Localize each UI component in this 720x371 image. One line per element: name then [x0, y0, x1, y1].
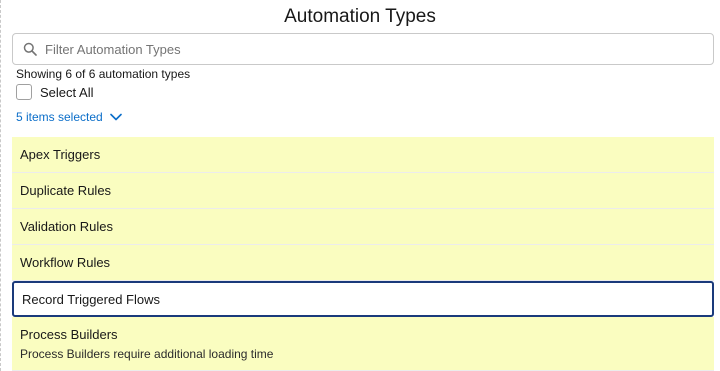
- automation-type-list: Apex Triggers Duplicate Rules Validation…: [12, 137, 714, 371]
- search-icon: [23, 42, 37, 56]
- page-title: Automation Types: [284, 6, 436, 27]
- items-selected-label: 5 items selected: [16, 110, 103, 124]
- select-all-checkbox[interactable]: [16, 84, 32, 100]
- chevron-down-icon: [109, 113, 122, 121]
- search-input[interactable]: [45, 35, 713, 63]
- list-item-label: Process Builders: [20, 326, 118, 342]
- list-item-note: Process Builders require additional load…: [20, 346, 274, 361]
- list-item-label: Apex Triggers: [20, 147, 101, 162]
- select-all-toggle[interactable]: Select All: [16, 83, 93, 101]
- items-selected-dropdown[interactable]: 5 items selected: [16, 110, 122, 124]
- list-item-process-builders[interactable]: Process Builders Process Builders requir…: [12, 317, 714, 371]
- list-item-label: Record Triggered Flows: [22, 291, 160, 307]
- panel-resize-edge[interactable]: [0, 0, 3, 371]
- automation-types-panel: Automation Types Showing 6 of 6 automati…: [0, 0, 720, 371]
- list-item-validation-rules[interactable]: Validation Rules: [12, 209, 714, 245]
- list-item-label: Duplicate Rules: [20, 183, 112, 198]
- select-all-label: Select All: [40, 84, 94, 100]
- list-item-label: Validation Rules: [20, 219, 113, 234]
- list-item-label: Workflow Rules: [20, 255, 111, 270]
- list-item-workflow-rules[interactable]: Workflow Rules: [12, 245, 714, 281]
- results-count: Showing 6 of 6 automation types: [16, 67, 191, 81]
- search-box[interactable]: [12, 33, 714, 65]
- list-item-apex-triggers[interactable]: Apex Triggers: [12, 137, 714, 173]
- list-item-duplicate-rules[interactable]: Duplicate Rules: [12, 173, 714, 209]
- list-item-record-triggered-flows[interactable]: Record Triggered Flows: [12, 281, 714, 317]
